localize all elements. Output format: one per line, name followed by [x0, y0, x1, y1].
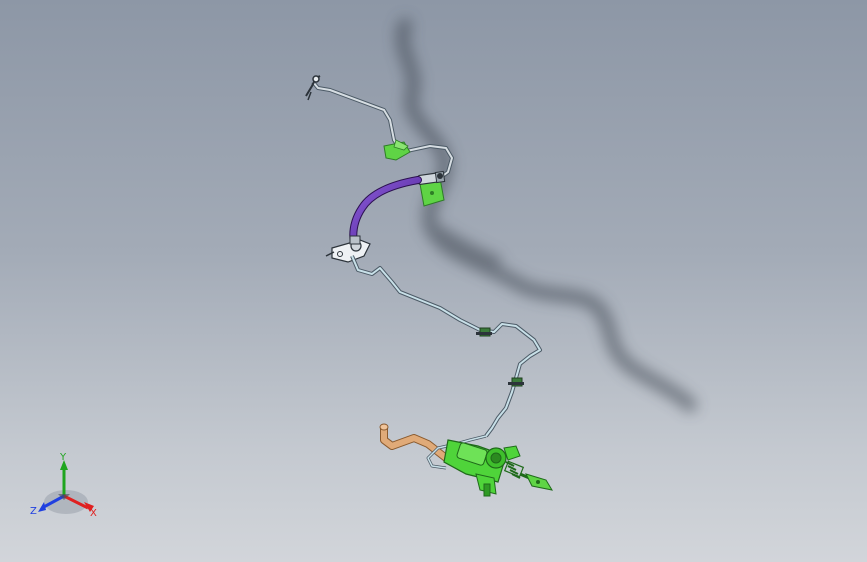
orientation-triad[interactable]: Y X Z — [30, 452, 97, 519]
z-axis-label: Z — [30, 506, 37, 517]
cad-scene[interactable]: Y X Z — [0, 0, 867, 562]
3d-viewport[interactable]: Y X Z — [0, 0, 867, 562]
mounting-bracket-1[interactable] — [383, 139, 411, 161]
x-axis-label: X — [90, 508, 97, 519]
y-axis-label: Y — [59, 452, 67, 463]
flexible-hose[interactable] — [349, 176, 422, 248]
hose-lower-bracket[interactable] — [325, 235, 371, 263]
pushrod-spring[interactable] — [503, 460, 554, 491]
assembly-shadow — [395, 18, 697, 412]
master-cylinder[interactable] — [443, 439, 521, 497]
tube-clip-2[interactable] — [508, 377, 524, 387]
